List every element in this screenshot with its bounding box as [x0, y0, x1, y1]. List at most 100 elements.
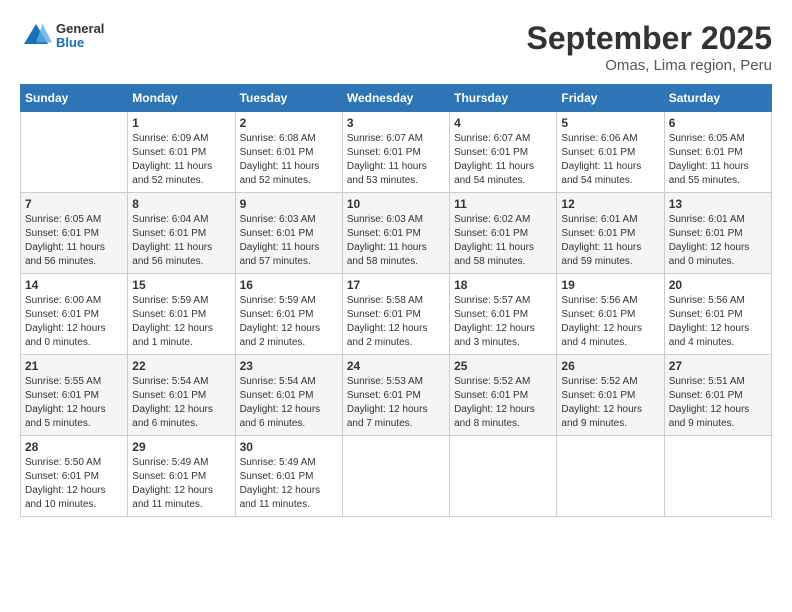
calendar-day-cell: 13 Sunrise: 6:01 AMSunset: 6:01 PMDayligh… — [664, 193, 771, 274]
calendar-day-cell: 5Sunrise: 6:06 AMSunset: 6:01 PMDaylight… — [557, 112, 664, 193]
calendar-day-cell: 3 Sunrise: 6:07 AMSunset: 6:01 PMDaylight… — [342, 112, 449, 193]
day-of-week-header: Thursday — [450, 85, 557, 112]
calendar-day-cell: 16 Sunrise: 5:59 AMSunset: 6:01 PMDayligh… — [235, 274, 342, 355]
day-info: Sunrise: 5:58 AMSunset: 6:01 PMDaylight:… — [347, 294, 445, 350]
calendar-day-cell: 12Sunrise: 6:01 AMSunset: 6:01 PMDayligh… — [557, 193, 664, 274]
day-info: Sunrise: 5:53 AMSunset: 6:01 PMDaylight:… — [347, 375, 445, 431]
calendar-day-cell — [450, 436, 557, 517]
day-number: 24 — [347, 359, 445, 373]
calendar-day-cell: 11 Sunrise: 6:02 AMSunset: 6:01 PMDayligh… — [450, 193, 557, 274]
calendar-day-cell: 14 Sunrise: 6:00 AMSunset: 6:01 PMDayligh… — [21, 274, 128, 355]
day-of-week-header: Monday — [128, 85, 235, 112]
calendar-day-cell: 1Sunrise: 6:09 AMSunset: 6:01 PMDaylight… — [128, 112, 235, 193]
day-info: Sunrise: 6:07 AMSunset: 6:01 PMDaylight:… — [454, 132, 552, 188]
logo: General Blue — [20, 20, 104, 52]
calendar-day-cell: 20 Sunrise: 5:56 AMSunset: 6:01 PMDayligh… — [664, 274, 771, 355]
day-number: 28 — [25, 440, 123, 454]
day-number: 10 — [347, 197, 445, 211]
day-info: Sunrise: 5:50 AMSunset: 6:01 PMDaylight:… — [25, 456, 123, 512]
month-title: September 2025 — [527, 20, 772, 57]
day-info: Sunrise: 6:06 AMSunset: 6:01 PMDaylight:… — [561, 132, 659, 188]
calendar-day-cell: 7Sunrise: 6:05 AMSunset: 6:01 PMDaylight… — [21, 193, 128, 274]
day-info: Sunrise: 6:09 AMSunset: 6:01 PMDaylight:… — [132, 132, 230, 188]
day-info: Sunrise: 6:05 AMSunset: 6:01 PMDaylight:… — [25, 213, 123, 269]
day-number: 11 — [454, 197, 552, 211]
day-number: 22 — [132, 359, 230, 373]
day-number: 13 — [669, 197, 767, 211]
day-number: 6 — [669, 116, 767, 130]
day-info: Sunrise: 5:59 AMSunset: 6:01 PMDaylight:… — [240, 294, 338, 350]
calendar-day-cell: 30Sunrise: 5:49 AMSunset: 6:01 PMDayligh… — [235, 436, 342, 517]
calendar-week-row: 1Sunrise: 6:09 AMSunset: 6:01 PMDaylight… — [21, 112, 772, 193]
location-title: Omas, Lima region, Peru — [527, 57, 772, 74]
day-number: 14 — [25, 278, 123, 292]
calendar-day-cell: 23 Sunrise: 5:54 AMSunset: 6:01 PMDayligh… — [235, 355, 342, 436]
calendar: SundayMondayTuesdayWednesdayThursdayFrid… — [20, 84, 772, 517]
day-info: Sunrise: 5:49 AMSunset: 6:01 PMDaylight:… — [132, 456, 230, 512]
calendar-day-cell: 22Sunrise: 5:54 AMSunset: 6:01 PMDayligh… — [128, 355, 235, 436]
day-info: Sunrise: 5:51 AMSunset: 6:01 PMDaylight:… — [669, 375, 767, 431]
day-of-week-header: Friday — [557, 85, 664, 112]
day-number: 27 — [669, 359, 767, 373]
logo-text: General Blue — [56, 22, 104, 51]
day-number: 8 — [132, 197, 230, 211]
day-number: 3 — [347, 116, 445, 130]
calendar-day-cell — [21, 112, 128, 193]
day-number: 21 — [25, 359, 123, 373]
day-info: Sunrise: 6:01 AMSunset: 6:01 PMDaylight:… — [669, 213, 767, 269]
logo-general: General — [56, 22, 104, 36]
calendar-day-cell: 10 Sunrise: 6:03 AMSunset: 6:01 PMDayligh… — [342, 193, 449, 274]
logo-icon — [20, 20, 52, 52]
day-info: Sunrise: 5:55 AMSunset: 6:01 PMDaylight:… — [25, 375, 123, 431]
day-info: Sunrise: 5:52 AMSunset: 6:01 PMDaylight:… — [561, 375, 659, 431]
day-info: Sunrise: 5:49 AMSunset: 6:01 PMDaylight:… — [240, 456, 338, 512]
day-number: 20 — [669, 278, 767, 292]
day-info: Sunrise: 6:08 AMSunset: 6:01 PMDaylight:… — [240, 132, 338, 188]
day-info: Sunrise: 5:59 AMSunset: 6:01 PMDaylight:… — [132, 294, 230, 350]
calendar-day-cell — [342, 436, 449, 517]
day-number: 26 — [561, 359, 659, 373]
calendar-day-cell: 6 Sunrise: 6:05 AMSunset: 6:01 PMDaylight… — [664, 112, 771, 193]
day-info: Sunrise: 6:05 AMSunset: 6:01 PMDaylight:… — [669, 132, 767, 188]
calendar-day-cell: 21 Sunrise: 5:55 AMSunset: 6:01 PMDayligh… — [21, 355, 128, 436]
calendar-week-row: 7Sunrise: 6:05 AMSunset: 6:01 PMDaylight… — [21, 193, 772, 274]
calendar-day-cell: 24 Sunrise: 5:53 AMSunset: 6:01 PMDayligh… — [342, 355, 449, 436]
day-of-week-header: Wednesday — [342, 85, 449, 112]
calendar-day-cell: 27 Sunrise: 5:51 AMSunset: 6:01 PMDayligh… — [664, 355, 771, 436]
calendar-day-cell — [664, 436, 771, 517]
calendar-body: 1Sunrise: 6:09 AMSunset: 6:01 PMDaylight… — [21, 112, 772, 517]
day-of-week-header: Sunday — [21, 85, 128, 112]
day-number: 23 — [240, 359, 338, 373]
day-info: Sunrise: 6:04 AMSunset: 6:01 PMDaylight:… — [132, 213, 230, 269]
calendar-day-cell: 15Sunrise: 5:59 AMSunset: 6:01 PMDayligh… — [128, 274, 235, 355]
day-of-week-header: Saturday — [664, 85, 771, 112]
calendar-week-row: 21 Sunrise: 5:55 AMSunset: 6:01 PMDayligh… — [21, 355, 772, 436]
calendar-day-cell: 18Sunrise: 5:57 AMSunset: 6:01 PMDayligh… — [450, 274, 557, 355]
day-info: Sunrise: 5:56 AMSunset: 6:01 PMDaylight:… — [561, 294, 659, 350]
day-number: 2 — [240, 116, 338, 130]
calendar-day-cell: 25Sunrise: 5:52 AMSunset: 6:01 PMDayligh… — [450, 355, 557, 436]
day-info: Sunrise: 6:02 AMSunset: 6:01 PMDaylight:… — [454, 213, 552, 269]
day-number: 29 — [132, 440, 230, 454]
day-number: 9 — [240, 197, 338, 211]
day-info: Sunrise: 6:07 AMSunset: 6:01 PMDaylight:… — [347, 132, 445, 188]
day-info: Sunrise: 6:03 AMSunset: 6:01 PMDaylight:… — [240, 213, 338, 269]
calendar-week-row: 14 Sunrise: 6:00 AMSunset: 6:01 PMDayligh… — [21, 274, 772, 355]
calendar-day-cell: 19 Sunrise: 5:56 AMSunset: 6:01 PMDayligh… — [557, 274, 664, 355]
calendar-day-cell: 17 Sunrise: 5:58 AMSunset: 6:01 PMDayligh… — [342, 274, 449, 355]
day-info: Sunrise: 5:54 AMSunset: 6:01 PMDaylight:… — [240, 375, 338, 431]
day-info: Sunrise: 6:01 AMSunset: 6:01 PMDaylight:… — [561, 213, 659, 269]
title-area: September 2025 Omas, Lima region, Peru — [527, 20, 772, 74]
calendar-header-row: SundayMondayTuesdayWednesdayThursdayFrid… — [21, 85, 772, 112]
calendar-day-cell: 2 Sunrise: 6:08 AMSunset: 6:01 PMDaylight… — [235, 112, 342, 193]
calendar-day-cell — [557, 436, 664, 517]
day-info: Sunrise: 6:03 AMSunset: 6:01 PMDaylight:… — [347, 213, 445, 269]
day-info: Sunrise: 5:57 AMSunset: 6:01 PMDaylight:… — [454, 294, 552, 350]
day-info: Sunrise: 6:00 AMSunset: 6:01 PMDaylight:… — [25, 294, 123, 350]
day-number: 16 — [240, 278, 338, 292]
day-number: 19 — [561, 278, 659, 292]
calendar-week-row: 28 Sunrise: 5:50 AMSunset: 6:01 PMDayligh… — [21, 436, 772, 517]
day-number: 17 — [347, 278, 445, 292]
day-info: Sunrise: 5:56 AMSunset: 6:01 PMDaylight:… — [669, 294, 767, 350]
calendar-day-cell: 29 Sunrise: 5:49 AMSunset: 6:01 PMDayligh… — [128, 436, 235, 517]
